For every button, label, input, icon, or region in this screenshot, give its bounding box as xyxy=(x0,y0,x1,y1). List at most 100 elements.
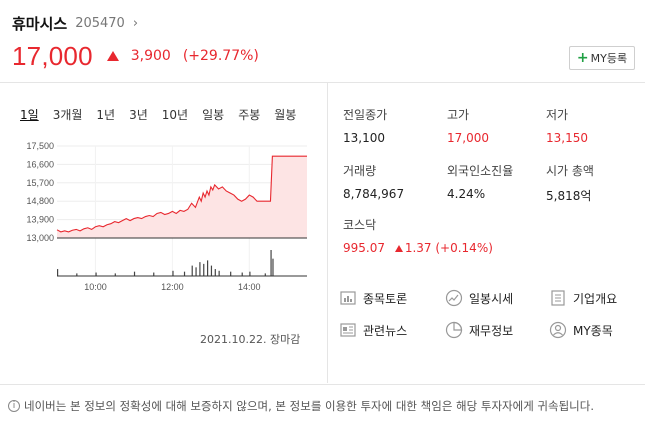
link-company[interactable]: 기업개요 xyxy=(549,289,617,307)
link-financial[interactable]: 재무정보 xyxy=(445,321,513,339)
info-prev-close: 전일종가 13,100 xyxy=(343,106,387,145)
volume-bar xyxy=(218,270,220,276)
chart-period-tabs: 1일 3개월 1년 3년 10년 일봉 주봉 월봉 xyxy=(16,106,306,123)
plus-icon: + xyxy=(576,50,589,66)
news-icon xyxy=(339,321,357,339)
price-row: 17,000 3,900 (+29.77%) xyxy=(12,38,259,74)
link-company-label: 기업개요 xyxy=(573,291,618,306)
link-my-stock-label: MY종목 xyxy=(573,323,613,338)
pie-icon xyxy=(445,321,463,339)
tab-3year[interactable]: 3년 xyxy=(125,106,152,123)
discussion-icon xyxy=(339,289,357,307)
link-daily-price[interactable]: 일봉시세 xyxy=(445,289,513,307)
link-my-stock[interactable]: MY종목 xyxy=(549,321,613,339)
chart-icon xyxy=(445,289,463,307)
volume-bar xyxy=(207,260,209,276)
volume-bar xyxy=(191,265,193,276)
volume-bar xyxy=(270,250,272,276)
tab-monthly[interactable]: 월봉 xyxy=(270,106,300,123)
tab-1year[interactable]: 1년 xyxy=(92,106,119,123)
volume-bar xyxy=(210,265,213,276)
high-label: 고가 xyxy=(447,108,470,122)
link-discussion[interactable]: 종목토론 xyxy=(339,289,407,307)
volume-bar xyxy=(153,272,155,276)
disclaimer: i 네이버는 본 정보의 정확성에 대해 보증하지 않으며, 본 정보를 이용한… xyxy=(8,398,638,415)
bottom-divider xyxy=(0,384,645,385)
company-icon xyxy=(549,289,567,307)
low-label: 저가 xyxy=(546,108,569,122)
my-register-label: MY등록 xyxy=(590,52,628,65)
high-value: 17,000 xyxy=(447,131,489,145)
stock-header: 휴마시스 205470 › xyxy=(12,10,138,36)
chevron-right-icon[interactable]: › xyxy=(133,16,138,31)
low-value: 13,150 xyxy=(546,131,588,145)
volume-bar xyxy=(249,271,251,276)
index-change-value: 1.37 (+0.14%) xyxy=(404,241,493,255)
volume-bar xyxy=(95,272,97,276)
volume-bar xyxy=(230,271,232,276)
index-change: 1.37 (+0.14%) xyxy=(394,241,493,255)
stock-code[interactable]: 205470 xyxy=(75,16,125,31)
mcap-label: 시가 총액 xyxy=(546,164,594,178)
price-chart[interactable]: 17,500 16,600 15,700 14,800 13,900 13,000 10:0… xyxy=(0,130,320,300)
tab-10year[interactable]: 10년 xyxy=(158,106,192,123)
info-index: 코스닥 995.07 1.37 (+0.14%) xyxy=(343,216,623,255)
tab-weekly[interactable]: 주봉 xyxy=(234,106,264,123)
prev-close-value: 13,100 xyxy=(343,131,385,145)
volume-bar xyxy=(272,258,274,276)
disclaimer-text: 네이버는 본 정보의 정확성에 대해 보증하지 않으며, 본 정보를 이용한 투… xyxy=(24,399,594,413)
info-low: 저가 13,150 xyxy=(546,106,588,145)
volume-bar xyxy=(172,270,174,276)
volume-bar xyxy=(133,271,136,276)
link-daily-price-label: 일봉시세 xyxy=(469,291,514,306)
info-high: 고가 17,000 xyxy=(447,106,489,145)
chart-date-status: 2021.10.22. 장마감 xyxy=(200,331,300,347)
current-price: 17,000 xyxy=(12,40,93,71)
volume-bar xyxy=(183,271,186,276)
y-tick-label: 13,000 xyxy=(26,233,54,243)
chart-status: 장마감 xyxy=(269,333,301,346)
tab-3month[interactable]: 3개월 xyxy=(49,106,87,123)
price-area xyxy=(57,156,307,238)
volume-bar xyxy=(203,263,205,276)
info-icon: i xyxy=(8,400,20,412)
tab-1day[interactable]: 1일 xyxy=(16,106,43,123)
volume-bar xyxy=(57,269,59,276)
mcap-value: 5,818억 xyxy=(546,189,592,203)
volume-bar xyxy=(241,272,243,276)
top-divider xyxy=(0,82,645,83)
tab-daily[interactable]: 일봉 xyxy=(198,106,228,123)
prev-close-label: 전일종가 xyxy=(343,108,388,122)
stock-name[interactable]: 휴마시스 xyxy=(12,13,67,34)
volume-bar xyxy=(214,269,216,276)
x-tick-label: 12:00 xyxy=(161,282,184,292)
y-tick-label: 13,900 xyxy=(26,215,54,225)
change-percent: (+29.77%) xyxy=(182,48,259,64)
index-value: 995.07 xyxy=(343,241,385,255)
y-tick-label: 16,600 xyxy=(26,159,54,169)
user-icon xyxy=(549,321,567,339)
link-discussion-label: 종목토론 xyxy=(363,291,408,306)
volume-bar xyxy=(199,262,201,276)
link-news-label: 관련뉴스 xyxy=(363,323,408,338)
index-label: 코스닥 xyxy=(343,218,377,232)
foreign-value: 4.24% xyxy=(447,187,486,201)
volume-bar xyxy=(195,267,197,276)
y-tick-label: 14,800 xyxy=(26,196,54,206)
my-register-button[interactable]: + MY등록 xyxy=(569,46,635,70)
volume-value: 8,784,967 xyxy=(343,187,405,201)
info-foreign: 외국인소진율 4.24% xyxy=(447,162,513,201)
y-tick-label: 15,700 xyxy=(26,178,54,188)
index-row: 995.07 1.37 (+0.14%) xyxy=(343,241,623,255)
x-tick-label: 14:00 xyxy=(238,282,261,292)
link-news[interactable]: 관련뉴스 xyxy=(339,321,407,339)
up-arrow-icon xyxy=(106,51,119,61)
info-mcap: 시가 총액 5,818억 xyxy=(546,162,594,204)
volume-label: 거래량 xyxy=(343,164,377,178)
up-arrow-icon xyxy=(394,245,403,252)
info-volume: 거래량 8,784,967 xyxy=(343,162,404,201)
vertical-divider xyxy=(327,83,328,383)
change-amount: 3,900 xyxy=(130,48,171,64)
x-tick-label: 10:00 xyxy=(84,282,107,292)
foreign-label: 외국인소진율 xyxy=(447,164,514,178)
